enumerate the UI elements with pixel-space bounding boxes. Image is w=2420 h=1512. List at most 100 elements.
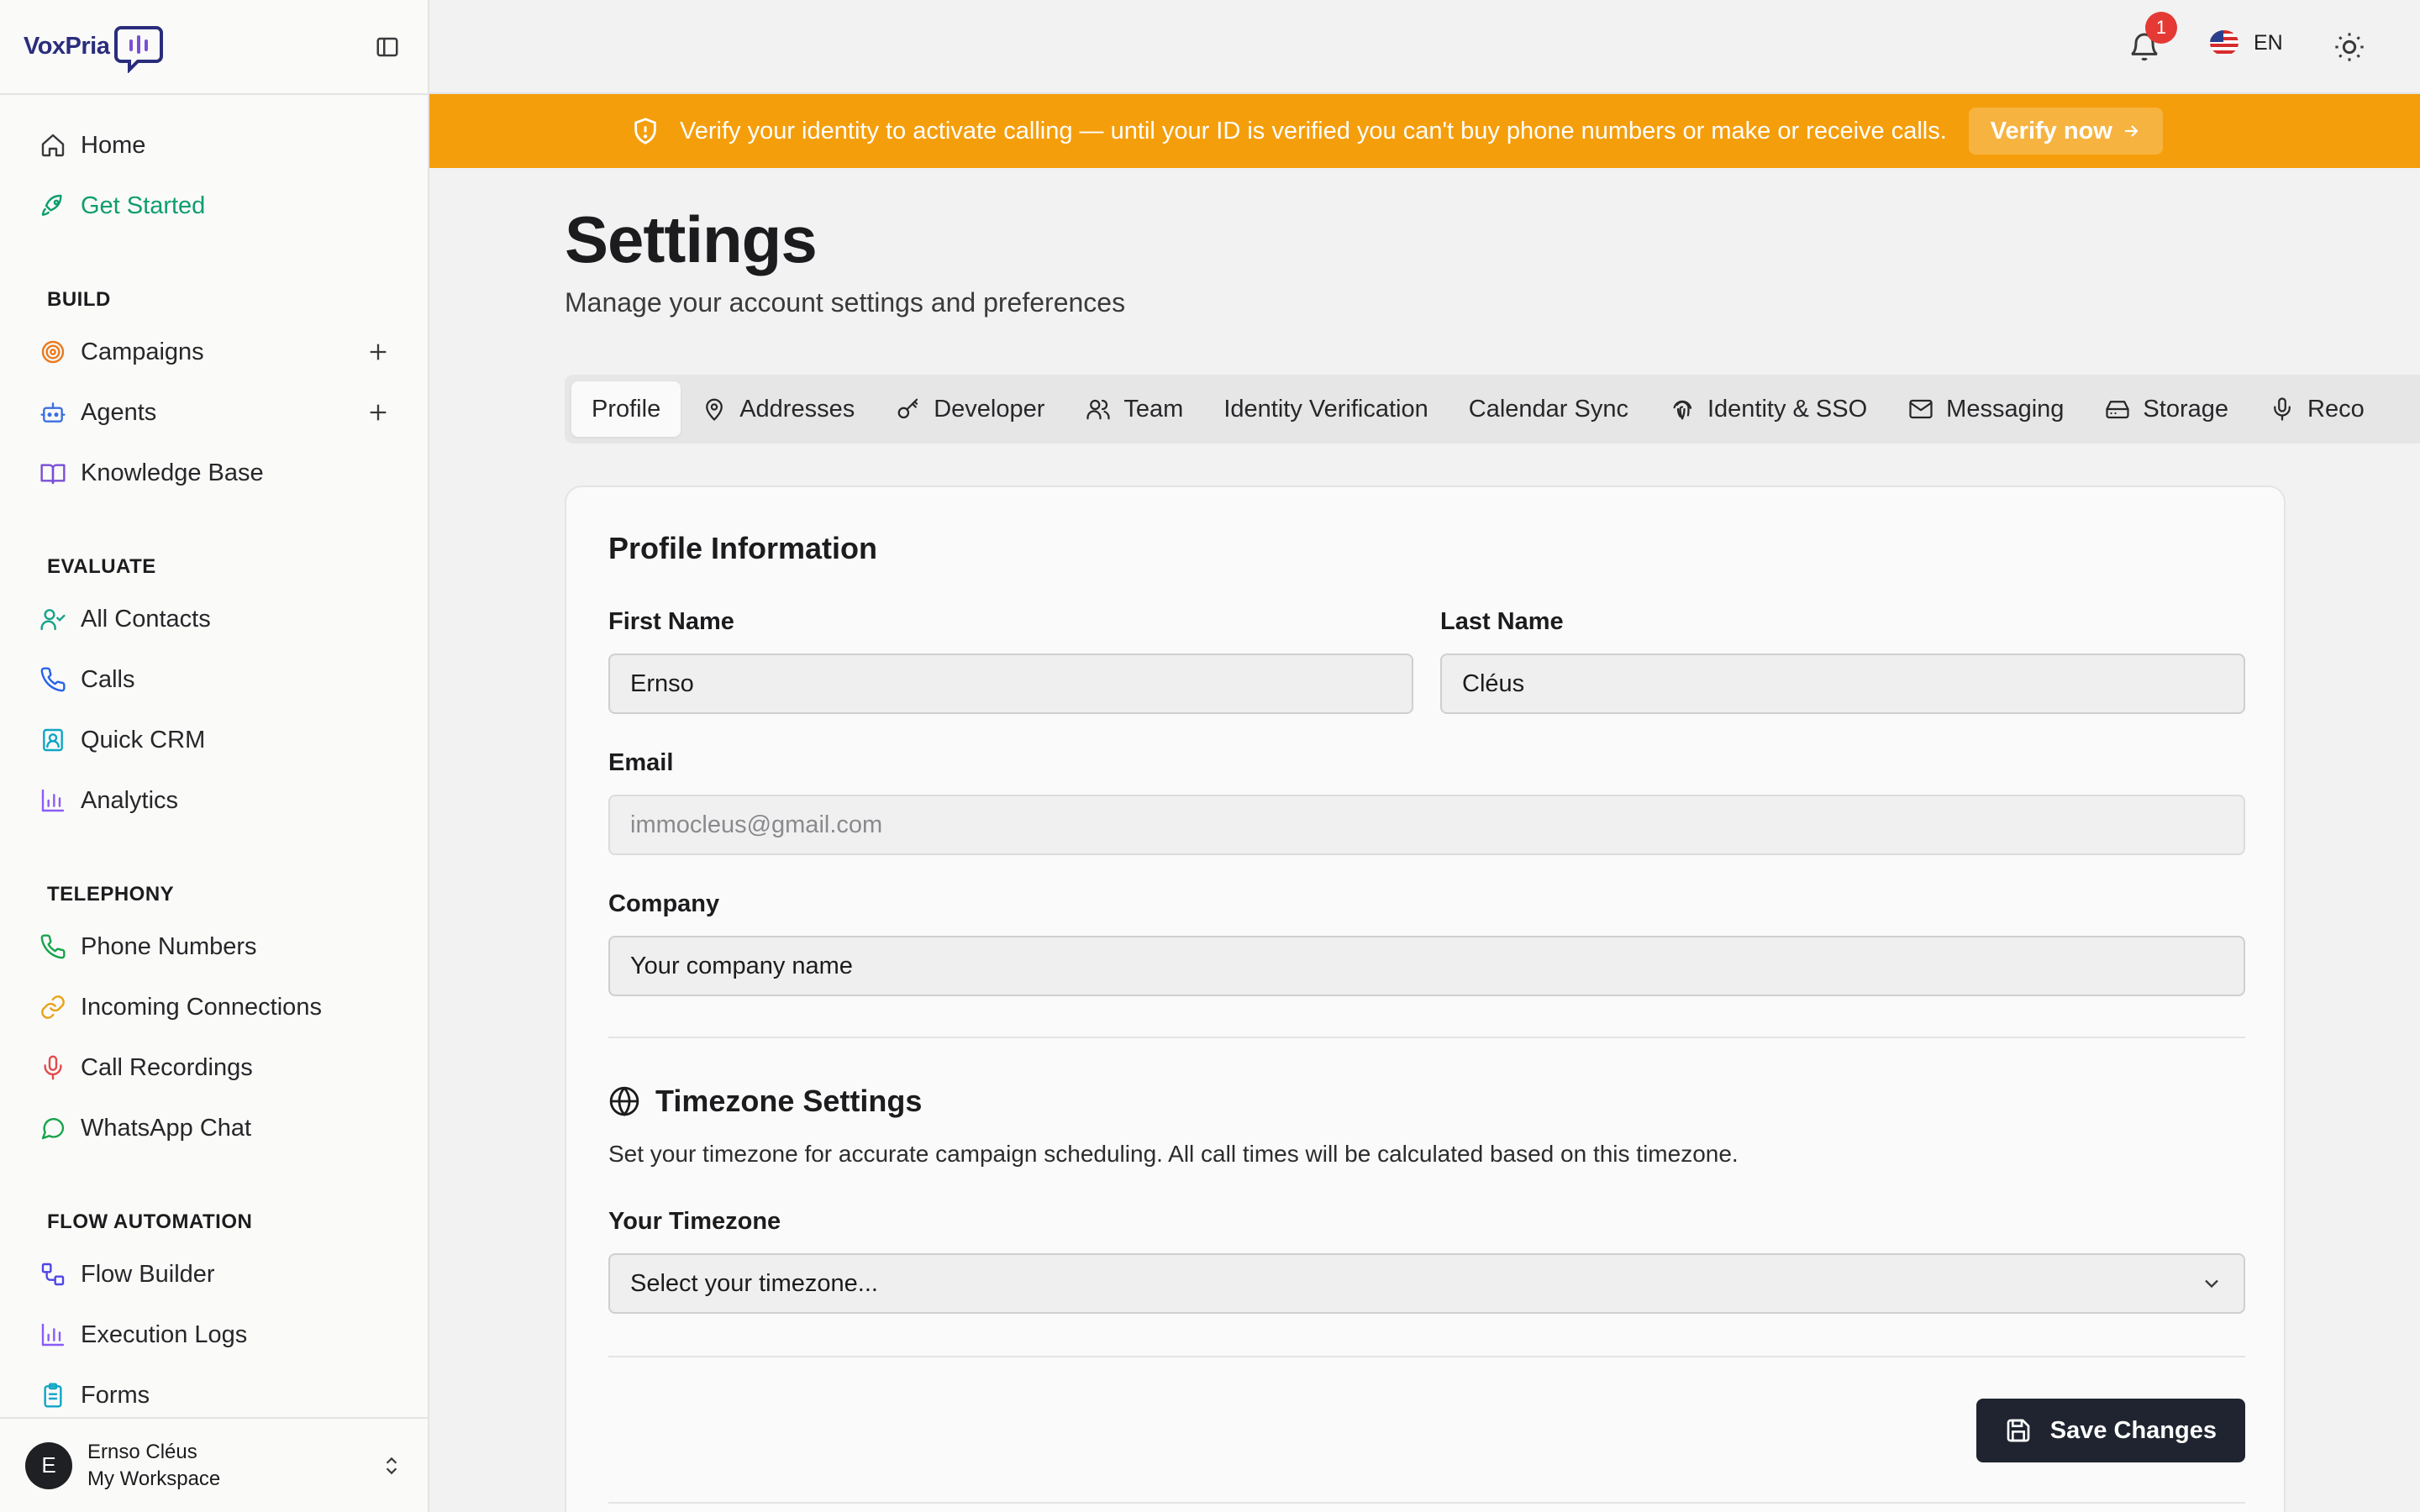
- sidebar-item-home[interactable]: Home: [0, 115, 428, 176]
- tab-storage[interactable]: Storage: [2084, 381, 2249, 437]
- bot-icon: [40, 402, 66, 423]
- tab-team[interactable]: Team: [1065, 381, 1203, 437]
- sidebar-item-label: Call Recordings: [81, 1053, 253, 1081]
- sidebar-item-label: Home: [81, 131, 146, 159]
- sidebar-item-label: Quick CRM: [81, 726, 206, 753]
- tab-calendar-sync[interactable]: Calendar Sync: [1449, 381, 1649, 437]
- sidebar-item-flow-builder[interactable]: Flow Builder: [0, 1244, 428, 1305]
- add-campaigns-button[interactable]: [366, 339, 391, 365]
- timezone-heading: Timezone Settings: [608, 1084, 922, 1119]
- clipboard-icon: [44, 1383, 62, 1408]
- profile-section-title: Profile Information: [608, 531, 878, 565]
- app-root: VoxPria Home Get Started BUILD Campaigns Age…: [0, 0, 2420, 1512]
- save-changes-button[interactable]: Save Changes: [1975, 1399, 2245, 1462]
- chevrons-up-down-icon: [386, 1457, 397, 1474]
- sidebar-item-quick-crm[interactable]: Quick CRM: [0, 710, 428, 770]
- mic-icon-wrap: [39, 1053, 67, 1082]
- bar-chart-icon-wrap: [39, 1320, 67, 1349]
- sidebar: VoxPria Home Get Started BUILD Campaigns Age…: [0, 0, 429, 1512]
- logo[interactable]: VoxPria: [24, 21, 165, 73]
- timezone-select[interactable]: Select your timezone...: [608, 1253, 2245, 1314]
- tab-developer[interactable]: Developer: [875, 381, 1065, 437]
- globe-icon: [609, 1086, 639, 1116]
- add-agents-button[interactable]: [366, 400, 391, 425]
- tab-label: Developer: [934, 395, 1045, 423]
- fingerprint-icon: [1673, 400, 1692, 420]
- home-icon-wrap: [39, 131, 67, 160]
- user-check-icon-wrap: [39, 605, 67, 633]
- tab-messaging[interactable]: Messaging: [1887, 381, 2084, 437]
- sidebar-item-campaigns[interactable]: Campaigns: [0, 322, 428, 382]
- map-pin-icon: [706, 398, 723, 421]
- sidebar-toggle-button[interactable]: [372, 32, 402, 62]
- sidebar-section-build: BUILD: [47, 288, 111, 311]
- company-label: Company: [608, 890, 720, 917]
- sidebar-item-analytics[interactable]: Analytics: [0, 770, 428, 831]
- sidebar-item-agents[interactable]: Agents: [0, 382, 428, 443]
- notification-badge: 1: [2145, 12, 2177, 44]
- map-pin-icon-wrap: [701, 396, 728, 423]
- sidebar-item-label: Calls: [81, 665, 135, 693]
- sidebar-item-calls[interactable]: Calls: [0, 649, 428, 710]
- phone-icon-wrap: [39, 665, 67, 694]
- theme-toggle-button[interactable]: [2333, 30, 2366, 64]
- timezone-label: Your Timezone: [608, 1208, 781, 1235]
- email-input[interactable]: immocleus@gmail.com: [608, 795, 2245, 855]
- sidebar-section-flow-automation: FLOW AUTOMATION: [47, 1210, 253, 1233]
- tab-identity-verification[interactable]: Identity Verification: [1203, 381, 1448, 437]
- tab-reco[interactable]: Reco: [2249, 381, 2385, 437]
- language-selector[interactable]: EN: [2210, 30, 2283, 55]
- arrow-right-icon: [2124, 125, 2139, 137]
- sidebar-item-label: Incoming Connections: [81, 993, 322, 1021]
- sidebar-item-knowledge-base[interactable]: Knowledge Base: [0, 443, 428, 503]
- fingerprint-icon-wrap: [1669, 396, 1696, 423]
- chevron-down-icon: [2205, 1279, 2218, 1289]
- plus-icon: [370, 344, 387, 360]
- sidebar-item-label: Agents: [81, 398, 157, 426]
- sidebar-item-phone-numbers[interactable]: Phone Numbers: [0, 916, 428, 977]
- verification-banner: Verify your identity to activate calling…: [429, 94, 2420, 168]
- sidebar-item-call-recordings[interactable]: Call Recordings: [0, 1037, 428, 1098]
- workflow-icon-wrap: [39, 1260, 67, 1289]
- page-title: Settings: [565, 202, 818, 276]
- sidebar-item-execution-logs[interactable]: Execution Logs: [0, 1305, 428, 1365]
- bot-icon-wrap: [39, 398, 67, 427]
- tab-identity-sso[interactable]: Identity & SSO: [1649, 381, 1887, 437]
- timezone-title: Timezone Settings: [655, 1084, 923, 1118]
- sidebar-item-label: Analytics: [81, 786, 179, 814]
- last-name-input[interactable]: Cléus: [1440, 654, 2245, 714]
- sidebar-item-label: WhatsApp Chat: [81, 1114, 252, 1142]
- user-menu[interactable]: E Ernso Cléus My Workspace: [0, 1417, 428, 1512]
- sidebar-item-whatsapp-chat[interactable]: WhatsApp Chat: [0, 1098, 428, 1158]
- first-name-input[interactable]: Ernso: [608, 654, 1413, 714]
- verify-now-button[interactable]: Verify now: [1968, 108, 2163, 155]
- avatar: E: [25, 1441, 72, 1489]
- timezone-description: Set your timezone for accurate campaign …: [608, 1141, 1739, 1167]
- sidebar-section-evaluate: EVALUATE: [47, 555, 156, 578]
- rocket-icon: [41, 194, 62, 216]
- tab-profile[interactable]: Profile: [571, 381, 681, 437]
- tab-label: Identity Verification: [1223, 395, 1428, 423]
- tab-addresses[interactable]: Addresses: [681, 381, 875, 437]
- topbar: [429, 0, 2420, 94]
- hard-drive-icon: [2106, 401, 2130, 419]
- sidebar-item-incoming-connections[interactable]: Incoming Connections: [0, 977, 428, 1037]
- user-name: Ernso Cléus: [87, 1441, 197, 1464]
- mic-icon: [44, 1055, 62, 1080]
- settings-tabs: Profile Addresses Developer Team Identity Ve…: [565, 375, 2420, 444]
- mail-icon-wrap: [1907, 396, 1934, 423]
- panel-left-icon: [376, 37, 398, 56]
- phone-icon-wrap: [39, 932, 67, 961]
- workflow-icon: [41, 1263, 65, 1286]
- banner-text: Verify your identity to activate calling…: [680, 117, 1947, 144]
- chat-bubble-icon-wrap: [39, 1114, 67, 1142]
- company-input[interactable]: Your company name: [608, 936, 2245, 996]
- timezone-select-value: Select your timezone...: [630, 1269, 878, 1297]
- verify-now-label: Verify now: [1990, 117, 2112, 144]
- save-icon: [2007, 1419, 2030, 1442]
- sidebar-item-forms[interactable]: Forms: [0, 1365, 428, 1418]
- sidebar-nav: Home Get Started BUILD Campaigns Agents Knowl…: [0, 95, 428, 1418]
- sidebar-item-all-contacts[interactable]: All Contacts: [0, 589, 428, 649]
- user-meta: Ernso Cléus My Workspace: [87, 1439, 381, 1491]
- sidebar-item-get-started[interactable]: Get Started: [0, 176, 428, 236]
